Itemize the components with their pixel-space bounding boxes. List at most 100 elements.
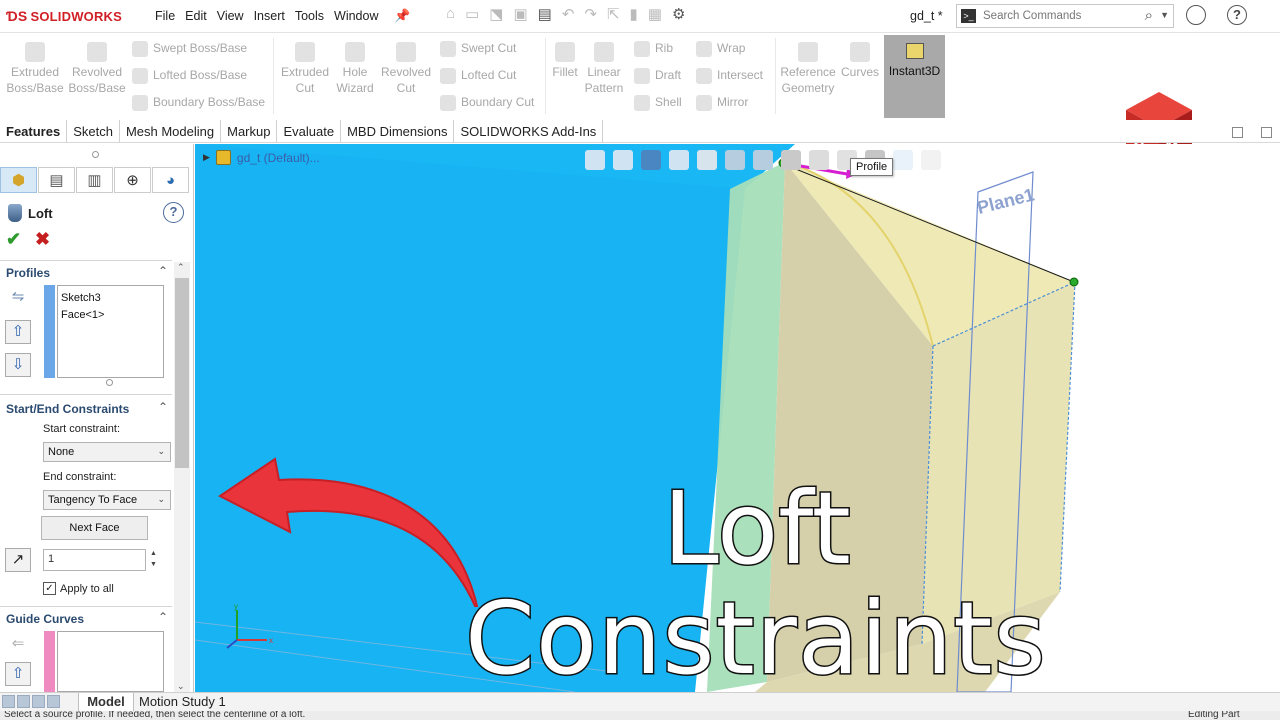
triad-toggle-icon[interactable]	[921, 150, 941, 170]
profiles-section-title[interactable]: Profiles	[6, 266, 50, 280]
lofted-boss-button[interactable]: Lofted Boss/Base	[132, 68, 247, 84]
panel-grip-icon[interactable]	[92, 151, 99, 158]
profiles-list[interactable]: Sketch3 Face<1>	[57, 285, 164, 378]
guide-move-up-button[interactable]: ⇧	[5, 662, 31, 686]
zoom-to-fit-icon[interactable]	[585, 150, 605, 170]
ok-checkmark-button[interactable]: ✔	[6, 229, 21, 250]
menu-tools[interactable]: Tools	[295, 9, 324, 23]
previous-tab-icon[interactable]	[17, 695, 30, 708]
linear-pattern-button[interactable]: Linear Pattern	[582, 42, 626, 96]
menu-window[interactable]: Window	[334, 9, 378, 23]
tab-solidworks-add-ins[interactable]: SOLIDWORKS Add-Ins	[454, 120, 604, 142]
restore-window-icon[interactable]	[1232, 127, 1243, 138]
open-icon[interactable]: ⬔	[489, 5, 503, 23]
tab-mbd-dimensions[interactable]: MBD Dimensions	[341, 120, 455, 142]
swept-cut-button[interactable]: Swept Cut	[440, 41, 516, 57]
apply-to-all-checkbox[interactable]: ✓ Apply to all	[43, 582, 114, 595]
tangent-length-spinner[interactable]: ▲ ▼	[150, 548, 157, 570]
list-item[interactable]: Sketch3	[61, 290, 160, 307]
edit-appearance-icon[interactable]	[809, 150, 829, 170]
tangent-length-input[interactable]: 1	[43, 549, 146, 571]
revolved-boss-button[interactable]: Revolved Boss/Base	[68, 42, 126, 96]
search-icon[interactable]: ⌕	[1145, 7, 1153, 24]
options-gear-icon[interactable]: ⚙	[672, 5, 685, 23]
mirror-button[interactable]: Mirror	[696, 95, 748, 111]
dynamic-annotation-icon[interactable]	[697, 150, 717, 170]
tab-sketch[interactable]: Sketch	[67, 120, 120, 142]
reference-geometry-button[interactable]: Reference Geometry	[778, 42, 838, 96]
list-item[interactable]: Face<1>	[61, 307, 160, 324]
end-constraint-select[interactable]: Tangency To Face ⌄	[43, 490, 171, 510]
pin-menu-icon[interactable]: 📌	[394, 8, 410, 24]
hide-show-items-icon[interactable]	[781, 150, 801, 170]
extruded-boss-button[interactable]: Extruded Boss/Base	[6, 42, 64, 96]
lofted-cut-button[interactable]: Lofted Cut	[440, 68, 516, 84]
tab-display-manager[interactable]: ◕	[152, 167, 189, 193]
extruded-cut-button[interactable]: Extruded Cut	[277, 42, 333, 96]
home-icon[interactable]: ⌂	[446, 5, 455, 23]
list-resize-handle[interactable]	[106, 379, 113, 386]
view-orientation-icon[interactable]	[725, 150, 745, 170]
collapse-guide-curves-icon[interactable]: ⌃	[158, 610, 168, 624]
last-tab-icon[interactable]	[47, 695, 60, 708]
collapse-constraints-icon[interactable]: ⌃	[158, 400, 168, 414]
search-dropdown-icon[interactable]: ▼	[1160, 10, 1169, 20]
help-icon[interactable]: ?	[163, 202, 184, 223]
tab-mesh-modeling[interactable]: Mesh Modeling	[120, 120, 222, 142]
revolved-cut-button[interactable]: Revolved Cut	[379, 42, 433, 96]
display-style-icon[interactable]	[753, 150, 773, 170]
user-account-icon[interactable]	[1186, 5, 1206, 25]
wrap-button[interactable]: Wrap	[696, 41, 745, 57]
instant3d-button[interactable]: Instant3D	[884, 35, 945, 118]
next-face-button[interactable]: Next Face	[41, 516, 148, 540]
guide-curves-list[interactable]	[57, 631, 164, 692]
menu-insert[interactable]: Insert	[254, 9, 285, 23]
undo-icon[interactable]: ↶	[562, 5, 575, 23]
menu-view[interactable]: View	[217, 9, 244, 23]
rib-button[interactable]: Rib	[634, 41, 673, 57]
graphics-area[interactable]: Plane1 ▶ gd_t (Default)... Profile Loft …	[195, 144, 1280, 692]
scroll-down-icon[interactable]: ⌄	[177, 681, 185, 692]
search-input[interactable]	[983, 8, 1133, 24]
move-down-button[interactable]: ⇩	[5, 353, 31, 377]
tab-evaluate[interactable]: Evaluate	[277, 120, 342, 142]
rotate-view-icon[interactable]	[893, 150, 913, 170]
draft-button[interactable]: Draft	[634, 68, 681, 84]
curves-button[interactable]: Curves	[840, 42, 880, 80]
redo-icon[interactable]: ↷	[584, 5, 597, 23]
scroll-thumb[interactable]	[175, 278, 189, 468]
zoom-to-area-icon[interactable]	[613, 150, 633, 170]
menu-file[interactable]: File	[155, 9, 175, 23]
tab-motion-study-1[interactable]: Motion Study 1	[139, 694, 226, 709]
solidworks-logo[interactable]: ƊS SOLIDWORKS	[6, 7, 122, 25]
save-icon[interactable]: ▣	[513, 5, 527, 23]
hole-wizard-button[interactable]: Hole Wizard	[333, 42, 377, 96]
print-icon[interactable]: ▤	[538, 5, 552, 23]
maximize-window-icon[interactable]	[1261, 127, 1272, 138]
select-icon[interactable]: ⇱	[607, 5, 620, 23]
feature-tree-flyout[interactable]: ▶ gd_t (Default)...	[203, 150, 320, 165]
next-tab-icon[interactable]	[32, 695, 45, 708]
tab-markup[interactable]: Markup	[221, 120, 278, 142]
tab-property-manager[interactable]: ▤	[38, 167, 75, 193]
tab-feature-manager[interactable]: ⬢	[0, 167, 37, 193]
first-tab-icon[interactable]	[2, 695, 15, 708]
new-document-icon[interactable]: ▭	[465, 5, 479, 23]
expand-caret-icon[interactable]: ▶	[203, 152, 210, 163]
constraints-section-title[interactable]: Start/End Constraints	[6, 402, 129, 416]
previous-view-icon[interactable]	[641, 150, 661, 170]
swept-boss-button[interactable]: Swept Boss/Base	[132, 41, 247, 57]
fillet-button[interactable]: Fillet	[549, 42, 581, 80]
rebuild-icon[interactable]: ▮	[630, 5, 638, 23]
tab-dimxpert-manager[interactable]: ⊕	[114, 167, 151, 193]
move-up-button[interactable]: ⇧	[5, 320, 31, 344]
panel-scrollbar[interactable]: ⌃ ⌄	[174, 262, 190, 692]
scroll-up-icon[interactable]: ⌃	[177, 262, 185, 273]
file-properties-icon[interactable]: ▦	[648, 5, 662, 23]
intersect-button[interactable]: Intersect	[696, 68, 763, 84]
tab-features[interactable]: Features	[0, 120, 68, 142]
cancel-x-button[interactable]: ✖	[35, 229, 50, 250]
search-commands-box[interactable]: >_ ⌕ ▼	[956, 4, 1174, 28]
help-icon[interactable]: ?	[1227, 5, 1247, 25]
tab-configuration-manager[interactable]: ▥	[76, 167, 113, 193]
